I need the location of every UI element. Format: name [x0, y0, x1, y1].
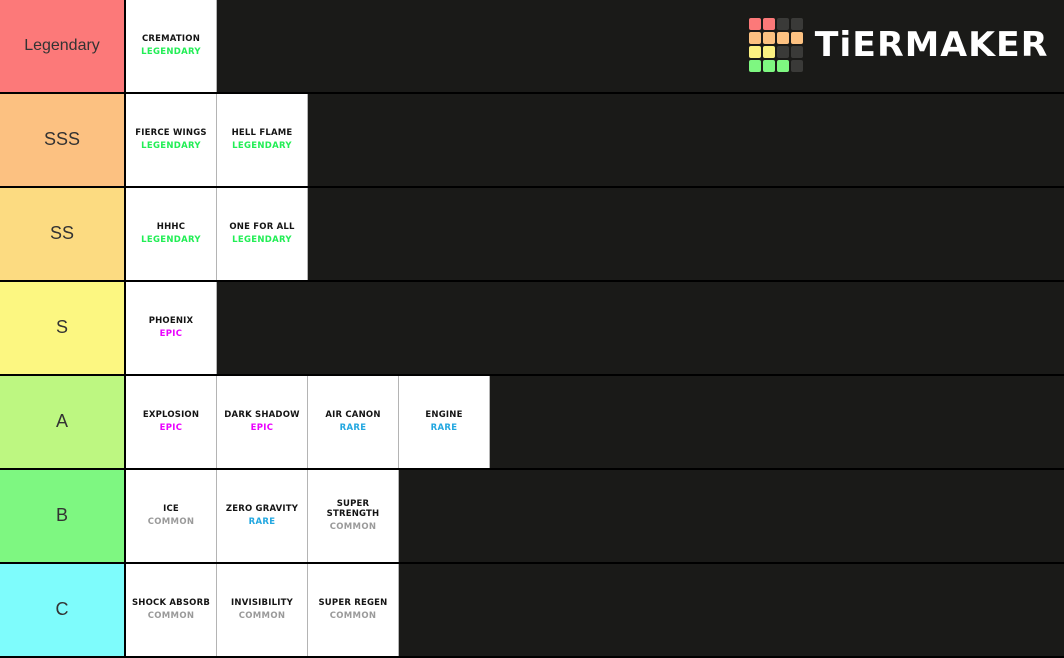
logo-cell-13: [762, 60, 775, 72]
card-rarity-badge: COMMON: [147, 610, 195, 621]
tier-card[interactable]: ONE FOR ALL LEGENDARY: [217, 188, 308, 280]
tier-card[interactable]: DARK SHADOW EPIC: [217, 376, 308, 468]
card-name: SHOCK ABSORB: [131, 598, 211, 609]
tier-items-s[interactable]: PHOENIX EPIC: [126, 282, 1064, 374]
tier-label-ss[interactable]: SS: [0, 188, 126, 280]
tier-items-c[interactable]: SHOCK ABSORB COMMON INVISIBILITY COMMON SUPE…: [126, 564, 1064, 656]
logo-cell-9: [762, 46, 775, 58]
tier-card[interactable]: ENGINE RARE: [399, 376, 490, 468]
card-rarity-badge: EPIC: [159, 422, 183, 433]
tier-label-sss[interactable]: SSS: [0, 94, 126, 186]
tier-card[interactable]: FIERCE WINGS LEGENDARY: [126, 94, 217, 186]
card-name: SUPER REGEN: [318, 598, 388, 609]
card-name: FIERCE WINGS: [135, 128, 207, 139]
logo-cell-10: [776, 46, 789, 58]
tier-card[interactable]: ZERO GRAVITY RARE: [217, 470, 308, 562]
tier-rows-container: Legendary CREMATION LEGENDARY SSS FIERCE WIN…: [0, 0, 1064, 658]
logo-cell-7: [790, 32, 803, 44]
logo-cell-3: [790, 18, 803, 30]
tier-row-a: A EXPLOSION EPIC DARK SHADOW EPIC AIR CANON RA…: [0, 376, 1064, 470]
tier-card[interactable]: EXPLOSION EPIC: [126, 376, 217, 468]
logo-cell-5: [762, 32, 775, 44]
card-rarity-badge: RARE: [339, 422, 367, 433]
tier-row-sss: SSS FIERCE WINGS LEGENDARY HELL FLAME LEGEND…: [0, 94, 1064, 188]
card-name: SUPER STRENGTH: [326, 498, 380, 520]
tier-card[interactable]: AIR CANON RARE: [308, 376, 399, 468]
tier-card[interactable]: SHOCK ABSORB COMMON: [126, 564, 217, 656]
card-rarity-badge: LEGENDARY: [232, 140, 292, 151]
tier-row-s: S PHOENIX EPIC: [0, 282, 1064, 376]
tier-row-ss: SS HHHC LEGENDARY ONE FOR ALL LEGENDARY: [0, 188, 1064, 282]
tier-label-legendary[interactable]: Legendary: [0, 0, 126, 92]
tier-label-a[interactable]: A: [0, 376, 126, 468]
logo-cell-11: [790, 46, 803, 58]
tier-card[interactable]: SUPER STRENGTH COMMON: [308, 470, 399, 562]
card-name: ENGINE: [425, 410, 463, 421]
tier-card[interactable]: SUPER REGEN COMMON: [308, 564, 399, 656]
card-name: ZERO GRAVITY: [225, 504, 299, 515]
tier-label-s[interactable]: S: [0, 282, 126, 374]
card-rarity-badge: COMMON: [329, 522, 377, 533]
tier-card[interactable]: HELL FLAME LEGENDARY: [217, 94, 308, 186]
card-rarity-badge: COMMON: [329, 610, 377, 621]
card-name: PHOENIX: [148, 316, 194, 327]
tier-label-b[interactable]: B: [0, 470, 126, 562]
card-rarity-badge: RARE: [248, 516, 276, 527]
card-name: CREMATION: [141, 34, 201, 45]
tier-items-sss[interactable]: FIERCE WINGS LEGENDARY HELL FLAME LEGENDARY: [126, 94, 1064, 186]
logo-cell-2: [776, 18, 789, 30]
tier-row-b: B ICE COMMON ZERO GRAVITY RARE SUPER STRENGTH…: [0, 470, 1064, 564]
card-rarity-badge: LEGENDARY: [141, 140, 201, 151]
card-name: EXPLOSION: [142, 410, 200, 421]
card-rarity-badge: RARE: [430, 422, 458, 433]
logo-cell-15: [790, 60, 803, 72]
logo-cell-0: [748, 18, 761, 30]
tier-items-b[interactable]: ICE COMMON ZERO GRAVITY RARE SUPER STRENGTH C…: [126, 470, 1064, 562]
card-rarity-badge: LEGENDARY: [141, 234, 201, 245]
card-name: HELL FLAME: [231, 128, 293, 139]
card-rarity-badge: LEGENDARY: [232, 234, 292, 245]
tier-row-c: C SHOCK ABSORB COMMON INVISIBILITY COMMON SUP…: [0, 564, 1064, 658]
tiermaker-logo-grid-icon: [748, 18, 803, 72]
card-name: ONE FOR ALL: [229, 222, 295, 233]
card-rarity-badge: EPIC: [159, 328, 183, 339]
tier-card[interactable]: PHOENIX EPIC: [126, 282, 217, 374]
tier-card[interactable]: CREMATION LEGENDARY: [126, 0, 217, 92]
card-rarity-badge: COMMON: [147, 516, 195, 527]
card-rarity-badge: LEGENDARY: [141, 46, 201, 57]
tier-card[interactable]: ICE COMMON: [126, 470, 217, 562]
card-rarity-badge: COMMON: [238, 610, 286, 621]
logo-cell-8: [748, 46, 761, 58]
card-name: ICE: [163, 504, 179, 515]
card-name: HHHC: [156, 222, 186, 233]
tier-label-c[interactable]: C: [0, 564, 126, 656]
logo-cell-6: [776, 32, 789, 44]
logo-cell-4: [748, 32, 761, 44]
card-name: AIR CANON: [325, 410, 381, 421]
tier-items-ss[interactable]: HHHC LEGENDARY ONE FOR ALL LEGENDARY: [126, 188, 1064, 280]
tier-card[interactable]: INVISIBILITY COMMON: [217, 564, 308, 656]
tier-items-a[interactable]: EXPLOSION EPIC DARK SHADOW EPIC AIR CANON RAR…: [126, 376, 1064, 468]
logo-cell-1: [762, 18, 775, 30]
logo-cell-12: [748, 60, 761, 72]
card-name: DARK SHADOW: [224, 410, 300, 421]
card-name: INVISIBILITY: [231, 598, 293, 609]
logo-cell-14: [776, 60, 789, 72]
tier-list-app: TiERMAKER Legendary CREMATION LEGENDARY SSS…: [0, 0, 1064, 658]
card-rarity-badge: EPIC: [250, 422, 274, 433]
tiermaker-logo[interactable]: TiERMAKER: [748, 18, 1049, 72]
tiermaker-wordmark: TiERMAKER: [814, 25, 1049, 65]
tier-card[interactable]: HHHC LEGENDARY: [126, 188, 217, 280]
